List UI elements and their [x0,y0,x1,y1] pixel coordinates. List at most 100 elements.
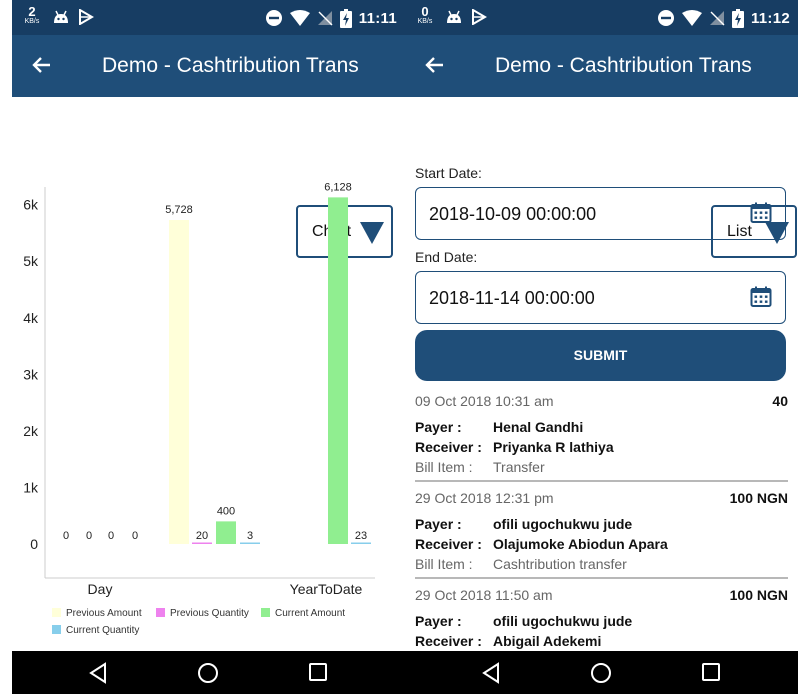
network-speed: 0 KB/s [413,5,437,25]
transaction-item[interactable]: 29 Oct 2018 12:31 pm 100 NGN Payer : ofil… [405,490,798,579]
x-category-label: Day [88,581,113,597]
back-triangle-icon[interactable] [481,662,501,684]
back-triangle-icon[interactable] [88,662,108,684]
submit-button[interactable]: SUBMIT [415,330,786,381]
data-label: 5,728 [165,204,193,216]
home-circle-icon[interactable] [197,662,219,684]
clock: 11:12 [750,9,790,27]
android-icon [54,10,68,23]
receiver-label: Receiver : [415,633,482,649]
transaction-item[interactable]: 29 Oct 2018 11:50 am 100 NGN Payer : ofil… [405,587,798,651]
transaction-date: 29 Oct 2018 12:31 pm [415,490,554,506]
data-label: 20 [196,530,208,542]
data-label: 0 [108,530,114,542]
calendar-icon[interactable] [750,202,772,224]
bar [328,197,348,544]
payer-row: Payer : ofili ugochukwu jude [415,516,632,532]
bill-item-value: Cashtribution transfer [493,556,627,572]
bar [351,542,371,544]
receiver-label: Receiver : [415,536,482,552]
app-title: Demo - Cashtribution Trans [102,54,359,77]
payer-name: ofili ugochukwu jude [493,613,633,629]
transaction-date: 29 Oct 2018 11:50 am [415,587,553,603]
no-sim-icon [709,11,725,26]
start-date-label: Start Date: [415,165,482,181]
data-label: 400 [217,505,235,517]
y-tick-label: 4k [23,310,39,326]
back-arrow-icon[interactable] [423,53,447,77]
do-not-disturb-icon [265,10,282,26]
transaction-item[interactable]: 09 Oct 2018 10:31 am 40 Payer : Henal Gan… [405,393,798,482]
end-date-field[interactable]: 2018-11-14 00:00:00 [415,271,786,324]
wifi-icon [289,10,310,26]
chart-content: Chart 01k2k3k4k5k6kDayYearToDate00005,72… [12,97,405,651]
divider [415,577,788,579]
system-nav-bar [405,651,798,694]
receiver-label: Receiver : [415,439,482,455]
payer-label: Payer : [415,419,462,435]
receiver-name: Abigail Adekemi [493,633,602,649]
data-label: 0 [86,530,92,542]
network-speed: 2 KB/s [20,5,44,25]
bill-item-label: Bill Item : [415,556,473,572]
phone-screen-chart: 2 KB/s 11:11 Demo - Cashtribution Trans … [12,0,405,694]
home-circle-icon[interactable] [590,662,612,684]
do-not-disturb-icon [657,10,674,26]
play-store-icon [472,9,487,25]
app-bar: Demo - Cashtribution Trans [12,35,405,97]
bill-item-row: Bill Item : Cashtribution transfer [415,556,627,572]
network-speed-unit: KB/s [24,18,40,25]
y-tick-label: 3k [23,366,39,382]
receiver-name: Priyanka R lathiya [493,439,614,455]
list-content: List Start Date: 2018-10-09 00:00:00 End… [405,97,798,651]
data-label: 23 [355,530,367,542]
legend-swatch [156,608,165,617]
divider [415,480,788,482]
payer-row: Payer : Henal Gandhi [415,419,583,435]
clock: 11:11 [358,9,397,27]
legend-swatch [52,625,61,634]
y-tick-label: 2k [23,423,39,439]
bar [192,542,212,544]
app-bar: Demo - Cashtribution Trans [405,35,798,97]
android-icon [447,10,461,23]
bill-item-value: Transfer [493,459,545,475]
payer-label: Payer : [415,516,462,532]
start-date-value: 2018-10-09 00:00:00 [429,204,597,224]
bar [216,521,236,544]
bar [169,220,189,544]
battery-charging-icon [731,8,744,28]
y-tick-label: 1k [23,479,39,495]
y-tick-label: 0 [30,536,38,552]
end-date-value: 2018-11-14 00:00:00 [429,288,595,308]
status-bar: 2 KB/s 11:11 [12,0,405,35]
legend-label: Current Amount [275,608,345,619]
data-label: 0 [63,530,69,542]
recents-square-icon[interactable] [701,662,721,682]
transaction-amount: 100 NGN [729,587,788,603]
legend-label: Current Quantity [66,625,139,636]
network-speed-unit: KB/s [417,18,433,25]
y-tick-label: 5k [23,253,39,269]
status-bar: 0 KB/s 11:12 [405,0,798,35]
recents-square-icon[interactable] [308,662,328,682]
legend-swatch [52,608,61,617]
payer-name: ofili ugochukwu jude [493,516,633,532]
start-date-field[interactable]: 2018-10-09 00:00:00 [415,187,786,240]
legend-swatch [261,608,270,617]
receiver-row: Receiver : Priyanka R lathiya [415,439,614,455]
bill-item-label: Bill Item : [415,459,473,475]
play-store-icon [79,9,94,25]
payer-label: Payer : [415,613,462,629]
calendar-icon[interactable] [750,286,772,308]
transaction-amount: 100 NGN [729,490,788,506]
system-nav-bar [12,651,405,694]
bar [240,542,260,544]
end-date-label: End Date: [415,249,478,265]
battery-charging-icon [339,8,352,28]
network-speed-value: 2 [28,4,36,19]
phone-screen-list: 0 KB/s 11:12 Demo - Cashtribution Trans … [405,0,798,694]
no-sim-icon [317,11,333,26]
back-arrow-icon[interactable] [30,53,54,77]
x-category-label: YearToDate [290,581,363,597]
